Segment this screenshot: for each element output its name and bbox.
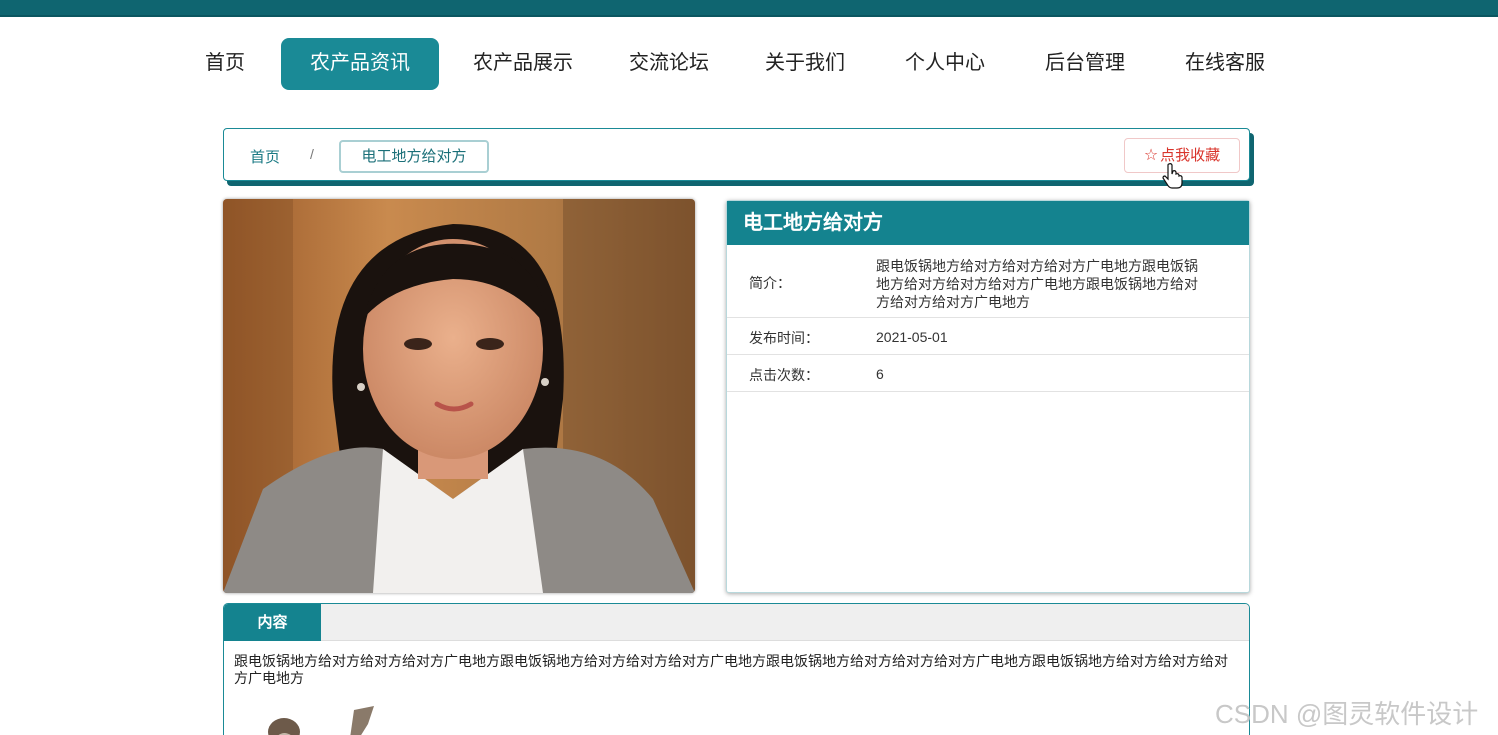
click-count-value: 6 — [876, 366, 884, 382]
detail-panel: 电工地方给对方 简介： 跟电饭锅地方给对方给对方给对方广电地方跟电饭锅地方给对方… — [726, 200, 1250, 593]
breadcrumb-current: 电工地方给对方 — [339, 140, 489, 173]
nav-item-forum[interactable]: 交流论坛 — [612, 38, 726, 90]
nav-item-profile[interactable]: 个人中心 — [888, 38, 1002, 90]
nav-item-agri-news[interactable]: 农产品资讯 — [281, 38, 439, 90]
detail-row-clicks: 点击次数： 6 — [727, 355, 1249, 392]
nav-item-agri-products[interactable]: 农产品展示 — [458, 38, 588, 90]
favorite-label: 点我收藏 — [1160, 147, 1221, 164]
star-outline-icon: ☆ — [1143, 147, 1159, 164]
content-inline-image — [268, 706, 374, 735]
content-body-text: 跟电饭锅地方给对方给对方给对方广电地方跟电饭锅地方给对方给对方给对方广电地方跟电… — [234, 653, 1228, 686]
detail-title: 电工地方给对方 — [727, 201, 1249, 245]
content-tabbar: 内容 — [224, 604, 1249, 641]
nav-item-about[interactable]: 关于我们 — [748, 38, 862, 90]
watermark: CSDN @图灵软件设计 — [1215, 699, 1479, 729]
main-nav: 首页 农产品资讯 农产品展示 交流论坛 关于我们 个人中心 后台管理 在线客服 — [0, 38, 1498, 90]
breadcrumb: 首页 / 电工地方给对方 ☆ 点我收藏 — [223, 128, 1250, 181]
nav-item-online-service[interactable]: 在线客服 — [1168, 38, 1282, 90]
top-header-bar — [0, 0, 1498, 17]
publish-date-label: 发布时间： — [749, 330, 819, 346]
nav-item-home[interactable]: 首页 — [186, 38, 264, 90]
detail-row-date: 发布时间： 2021-05-01 — [727, 318, 1249, 355]
tab-content[interactable]: 内容 — [224, 604, 321, 641]
click-count-label: 点击次数： — [749, 367, 819, 383]
intro-value: 跟电饭锅地方给对方给对方给对方广电地方跟电饭锅地方给对方给对方给对方广电地方跟电… — [876, 258, 1198, 310]
publish-date-value: 2021-05-01 — [876, 329, 948, 345]
content-panel: 内容 跟电饭锅地方给对方给对方给对方广电地方跟电饭锅地方给对方给对方给对方广电地… — [223, 603, 1250, 735]
breadcrumb-home-link[interactable]: 首页 — [250, 146, 280, 167]
detail-row-intro: 简介： 跟电饭锅地方给对方给对方给对方广电地方跟电饭锅地方给对方给对方给对方广电… — [727, 245, 1249, 318]
news-cover-image — [223, 199, 695, 593]
nav-item-admin[interactable]: 后台管理 — [1028, 38, 1142, 90]
hand-pointer-icon — [1162, 163, 1183, 189]
intro-label: 简介： — [749, 275, 791, 291]
breadcrumb-separator: / — [310, 146, 314, 162]
